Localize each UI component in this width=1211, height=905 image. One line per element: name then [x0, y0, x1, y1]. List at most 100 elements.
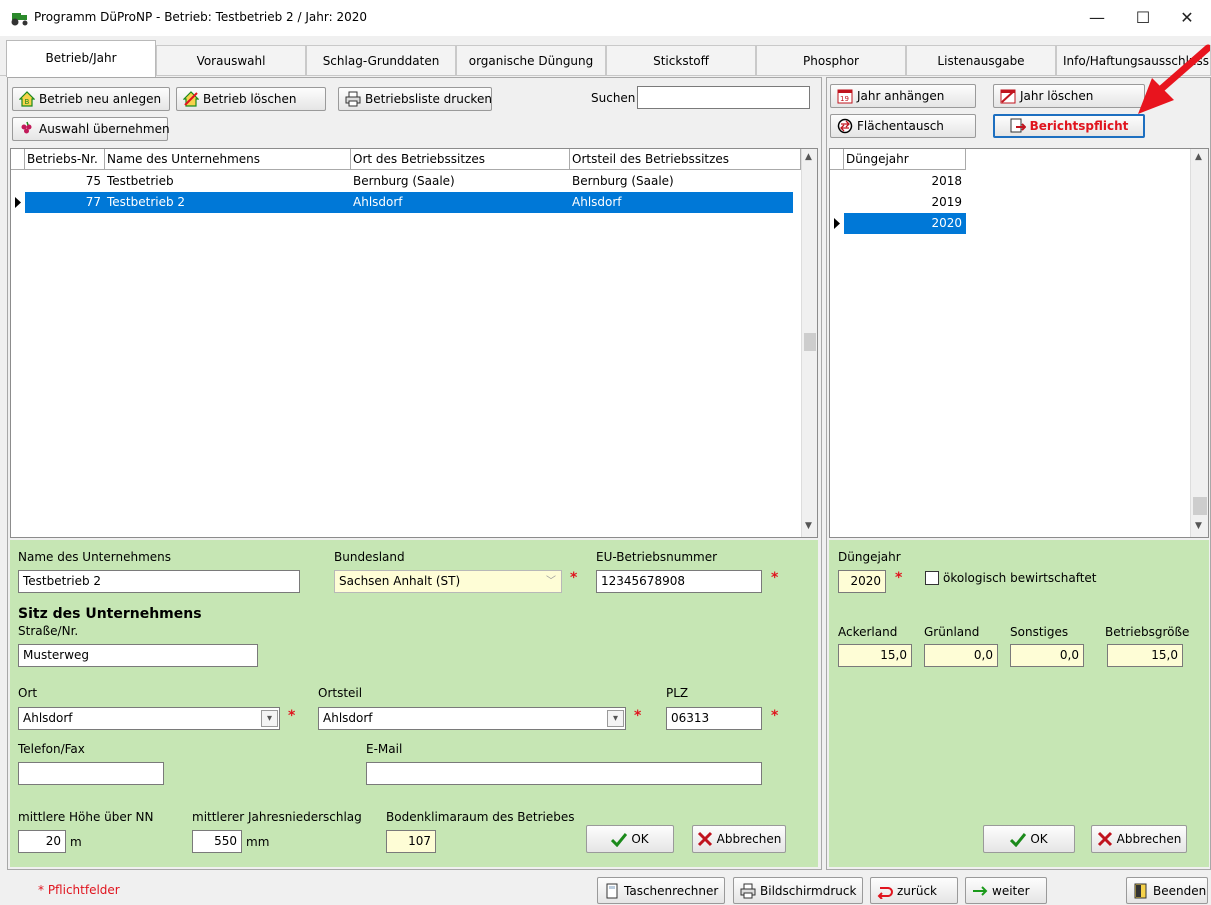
betrieb-loeschen-button[interactable]: Betrieb löschen [176, 87, 326, 111]
maximize-button[interactable]: ☐ [1124, 4, 1162, 32]
zurueck-button[interactable]: zurück [870, 877, 958, 904]
gruenland-label: Grünland [924, 625, 980, 639]
year-table-header: Düngejahr [830, 149, 966, 170]
scroll-thumb[interactable] [804, 333, 816, 351]
betrieb-neu-button[interactable]: B Betrieb neu anlegen [12, 87, 170, 111]
strasse-label: Straße/Nr. [18, 624, 79, 638]
ortsteil-select[interactable]: Ahlsdorf ▾ [318, 707, 626, 730]
eu-input[interactable]: 12345678908 [596, 570, 762, 593]
berichtspflicht-label: Berichtspflicht [1029, 119, 1129, 133]
cell-year: 2019 [931, 195, 962, 209]
boden-input[interactable]: 107 [386, 830, 436, 853]
status-bar: * Pflichtfelder Taschenrechner Bildschir… [0, 874, 1211, 905]
taschenrechner-button[interactable]: Taschenrechner [597, 877, 725, 904]
header-indicator [830, 149, 844, 169]
row-indicator [830, 192, 844, 213]
hoehe-input[interactable]: 20 [18, 830, 66, 853]
search-input[interactable] [637, 86, 810, 109]
required-star: * [771, 570, 779, 586]
bundesland-select[interactable]: Sachsen Anhalt (ST) ﹀ [334, 570, 562, 593]
jahr-loeschen-button[interactable]: Jahr löschen [993, 84, 1145, 108]
telefon-label: Telefon/Fax [18, 742, 85, 756]
jahr-panel: 19 Jahr anhängen Jahr löschen Flächentau… [826, 77, 1211, 870]
weiter-label: weiter [992, 883, 1030, 898]
scroll-up-icon[interactable]: ▲ [805, 152, 812, 162]
betrieb-table[interactable]: Betriebs-Nr. Name des Unternehmens Ort d… [10, 148, 818, 538]
scroll-thumb[interactable] [1193, 497, 1207, 515]
scroll-up-icon[interactable]: ▲ [1195, 152, 1202, 162]
bildschirmdruck-button[interactable]: Bildschirmdruck [733, 877, 863, 904]
name-label: Name des Unternehmens [18, 550, 172, 564]
telefon-input[interactable] [18, 762, 164, 785]
col-ort[interactable]: Ort des Betriebssitzes [351, 149, 570, 169]
year-table-scrollbar[interactable]: ▲ ▼ [1190, 149, 1208, 537]
tab-phosphor[interactable]: Phosphor [756, 45, 906, 75]
ort-select[interactable]: Ahlsdorf ▾ [18, 707, 280, 730]
betrieb-table-scrollbar[interactable]: ▲ ▼ [801, 149, 817, 537]
auswahl-uebernehmen-button[interactable]: Auswahl übernehmen [12, 117, 170, 141]
col-betriebs-nr[interactable]: Betriebs-Nr. [25, 149, 105, 169]
taschenrechner-label: Taschenrechner [624, 883, 719, 898]
table-row[interactable]: 75 Testbetrieb Bernburg (Saale) Bernburg… [11, 171, 793, 192]
row-indicator [830, 171, 844, 192]
title-bar: Programm DüProNP - Betrieb: Testbetrieb … [0, 0, 1211, 36]
email-input[interactable] [366, 762, 762, 785]
col-ortsteil[interactable]: Ortsteil des Betriebssitzes [570, 149, 801, 169]
col-duengejahr[interactable]: Düngejahr [844, 149, 966, 169]
flaechentausch-button[interactable]: Flächentausch [830, 114, 976, 138]
tab-schlag-grunddaten[interactable]: Schlag-Grunddaten [306, 45, 456, 75]
scroll-down-icon[interactable]: ▼ [805, 521, 812, 531]
oeko-checkbox[interactable] [925, 571, 939, 585]
tab-listenausgabe[interactable]: Listenausgabe [906, 45, 1056, 75]
year-ok-button[interactable]: OK [983, 825, 1075, 853]
year-input[interactable]: 2020 [838, 570, 886, 593]
close-button[interactable]: ✕ [1168, 4, 1206, 32]
table-row-selected[interactable]: 77 Testbetrieb 2 Ahlsdorf Ahlsdorf [11, 192, 793, 213]
beenden-button[interactable]: Beenden [1126, 877, 1208, 904]
jahr-anhaengen-label: Jahr anhängen [857, 89, 945, 103]
betrieb-loeschen-label: Betrieb löschen [203, 92, 297, 106]
scroll-down-icon[interactable]: ▼ [1195, 521, 1202, 531]
jahr-anhaengen-button[interactable]: 19 Jahr anhängen [830, 84, 976, 108]
ort-value: Ahlsdorf [23, 711, 73, 725]
weiter-button[interactable]: weiter [965, 877, 1047, 904]
cross-icon [697, 831, 712, 847]
row-pointer-icon [11, 192, 25, 213]
betrieb-ok-button[interactable]: OK [586, 825, 674, 853]
chevron-down-icon[interactable]: ▾ [261, 710, 278, 727]
cross-icon [1097, 831, 1112, 847]
niederschlag-input[interactable]: 550 [192, 830, 242, 853]
tab-betrieb-jahr[interactable]: Betrieb/Jahr [6, 40, 156, 77]
chevron-down-icon[interactable]: ▾ [607, 710, 624, 727]
oeko-label: ökologisch bewirtschaftet [943, 571, 1097, 585]
cell-year: 2018 [931, 174, 962, 188]
list-item[interactable]: 2019 [830, 192, 966, 213]
zurueck-label: zurück [897, 883, 937, 898]
berichtspflicht-button[interactable]: Berichtspflicht [993, 114, 1145, 138]
betrieb-ok-label: OK [631, 832, 649, 846]
check-icon [611, 833, 628, 847]
strasse-input[interactable]: Musterweg [18, 644, 258, 667]
minimize-button[interactable]: — [1078, 4, 1116, 32]
niederschlag-unit: mm [246, 835, 270, 849]
list-item-selected[interactable]: 2020 [830, 213, 966, 234]
tab-organische-duengung[interactable]: organische Düngung [456, 45, 606, 75]
list-item[interactable]: 2018 [830, 171, 966, 192]
betriebsliste-drucken-button[interactable]: Betriebsliste drucken [338, 87, 492, 111]
year-label: Düngejahr [838, 550, 901, 564]
year-abbrechen-button[interactable]: Abbrechen [1091, 825, 1187, 853]
year-table[interactable]: Düngejahr 2018 2019 2020 ▲ ▼ [829, 148, 1209, 538]
col-name[interactable]: Name des Unternehmens [105, 149, 351, 169]
ackerland-value: 15,0 [838, 644, 912, 667]
plz-input[interactable]: 06313 [666, 707, 762, 730]
exit-door-icon [1134, 883, 1147, 898]
house-delete-icon [183, 91, 199, 107]
name-input[interactable]: Testbetrieb 2 [18, 570, 300, 593]
app-tractor-icon [11, 13, 28, 26]
tab-vorauswahl[interactable]: Vorauswahl [156, 45, 306, 75]
required-star: * [634, 708, 642, 724]
betrieb-abbrechen-button[interactable]: Abbrechen [692, 825, 786, 853]
tab-stickstoff[interactable]: Stickstoff [606, 45, 756, 75]
betrieb-neu-label: Betrieb neu anlegen [39, 92, 162, 106]
cell-name: Testbetrieb [107, 174, 174, 188]
